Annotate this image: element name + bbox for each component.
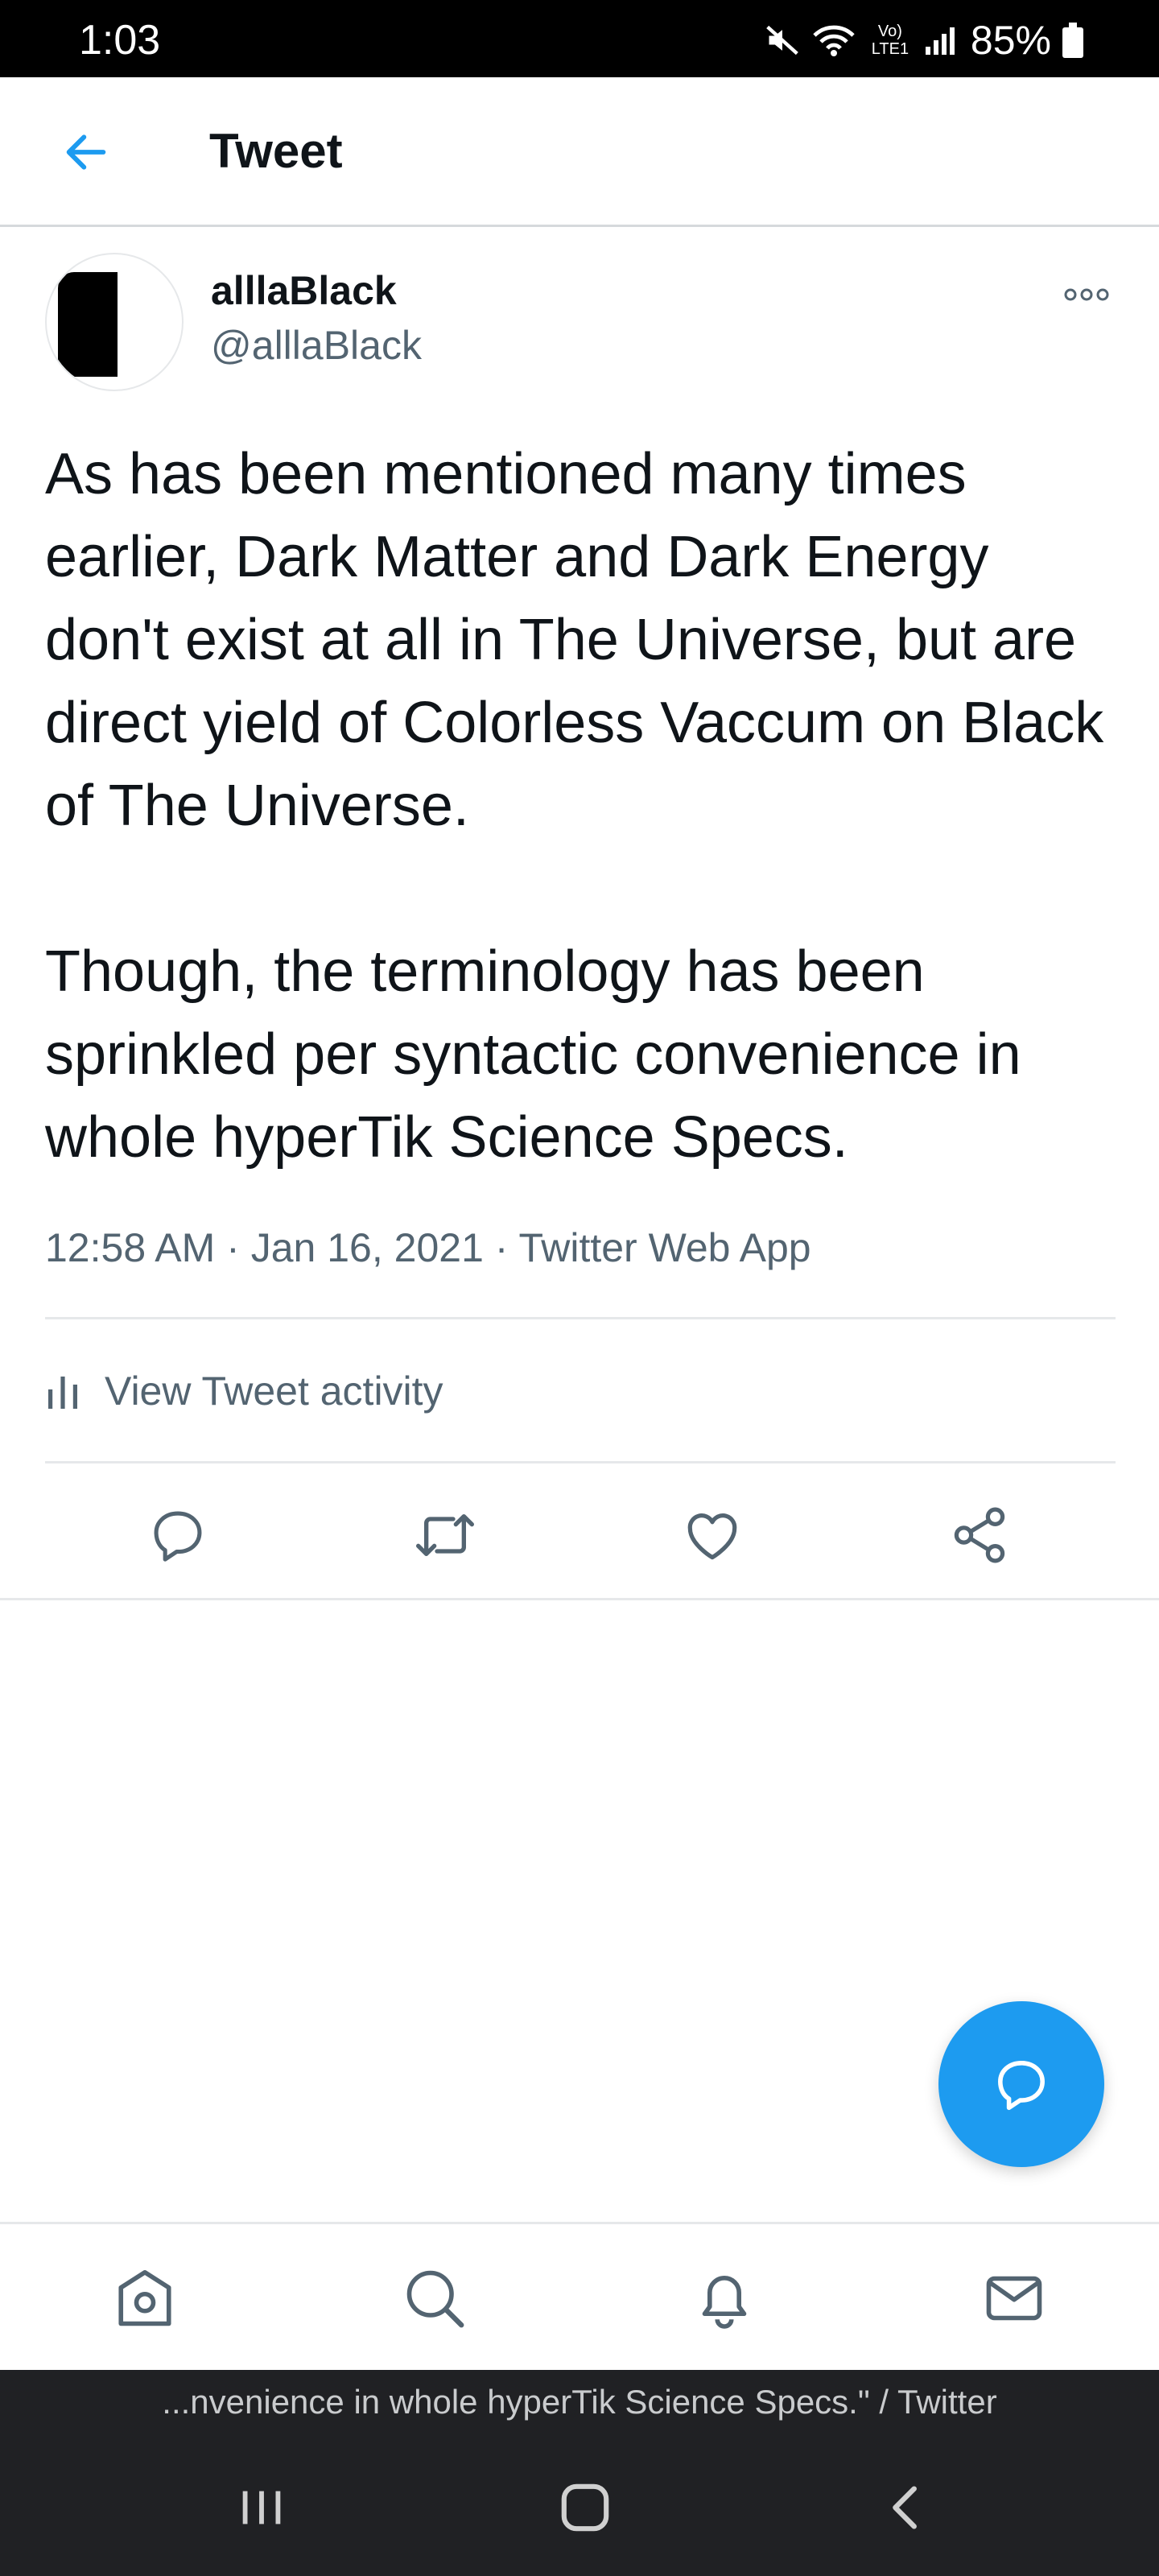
reply-icon: [154, 1511, 202, 1562]
reply-icon: [998, 2061, 1045, 2111]
nav-home[interactable]: [106, 2260, 184, 2337]
recent-apps-button[interactable]: [217, 2463, 306, 2552]
battery-percent: 85%: [970, 18, 1051, 63]
home-circle-icon: [561, 2483, 609, 2532]
mute-icon: [765, 23, 800, 58]
search-icon: [406, 2270, 464, 2328]
tweet-date: Jan 16, 2021: [250, 1225, 484, 1270]
retweet-button[interactable]: [409, 1499, 481, 1571]
nav-search[interactable]: [396, 2260, 473, 2337]
home-icon: [118, 2270, 171, 2326]
like-button[interactable]: [676, 1499, 749, 1571]
battery-icon: [1062, 23, 1083, 58]
compose-reply-fab[interactable]: [938, 2001, 1104, 2167]
status-time: 1:03: [79, 17, 161, 64]
analytics-icon: [48, 1377, 77, 1409]
tweet-actions: [0, 1463, 1159, 1600]
more-icon: [1064, 288, 1109, 301]
back-system-button[interactable]: [863, 2463, 951, 2552]
notifications-icon: [702, 2276, 747, 2329]
page-title: Tweet: [209, 124, 343, 178]
tweet-meta: 12:58 AM · Jan 16, 2021 · Twitter Web Ap…: [45, 1220, 811, 1276]
bottom-navigation: [0, 2222, 1159, 2370]
meta-separator: ·: [494, 1225, 509, 1270]
retweet-icon: [416, 1514, 474, 1556]
share-button[interactable]: [943, 1499, 1016, 1571]
home-system-button[interactable]: [541, 2463, 629, 2552]
wifi-icon: [811, 23, 856, 58]
like-icon: [687, 1513, 737, 1560]
status-bar: 1:03 Vo) LTE1 85%: [0, 0, 1159, 77]
tweet-time: 12:58 AM: [45, 1225, 216, 1270]
nav-messages[interactable]: [975, 2260, 1053, 2337]
app-header: Tweet: [0, 77, 1159, 227]
arrow-left-icon: [66, 134, 106, 170]
recent-apps-icon: [242, 2491, 281, 2524]
tweet-text: As has been mentioned many times earlier…: [45, 442, 1104, 1170]
nav-notifications[interactable]: [686, 2260, 763, 2337]
avatar[interactable]: [45, 253, 184, 391]
view-tweet-activity[interactable]: View Tweet activity: [45, 1319, 1116, 1463]
avatar-image: [58, 272, 118, 377]
network-label: Vo) LTE1: [871, 23, 909, 58]
display-name[interactable]: alllaBlack: [211, 266, 397, 316]
signal-icon: [924, 24, 956, 56]
meta-separator: ·: [226, 1225, 240, 1270]
share-icon: [954, 1507, 1005, 1563]
status-icons: Vo) LTE1 85%: [765, 19, 1083, 61]
back-button[interactable]: [52, 118, 121, 187]
more-options-button[interactable]: [1046, 270, 1127, 319]
chevron-left-icon: [893, 2486, 917, 2529]
user-handle[interactable]: @alllaBlack: [211, 320, 422, 370]
window-title-strip: ...nvenience in whole hyperTik Science S…: [0, 2370, 1159, 2434]
system-navigation-bar: [0, 2434, 1159, 2576]
reply-button[interactable]: [142, 1499, 214, 1571]
tweet-source[interactable]: Twitter Web App: [518, 1225, 810, 1270]
messages-icon: [986, 2276, 1042, 2321]
activity-label: View Tweet activity: [105, 1368, 443, 1414]
